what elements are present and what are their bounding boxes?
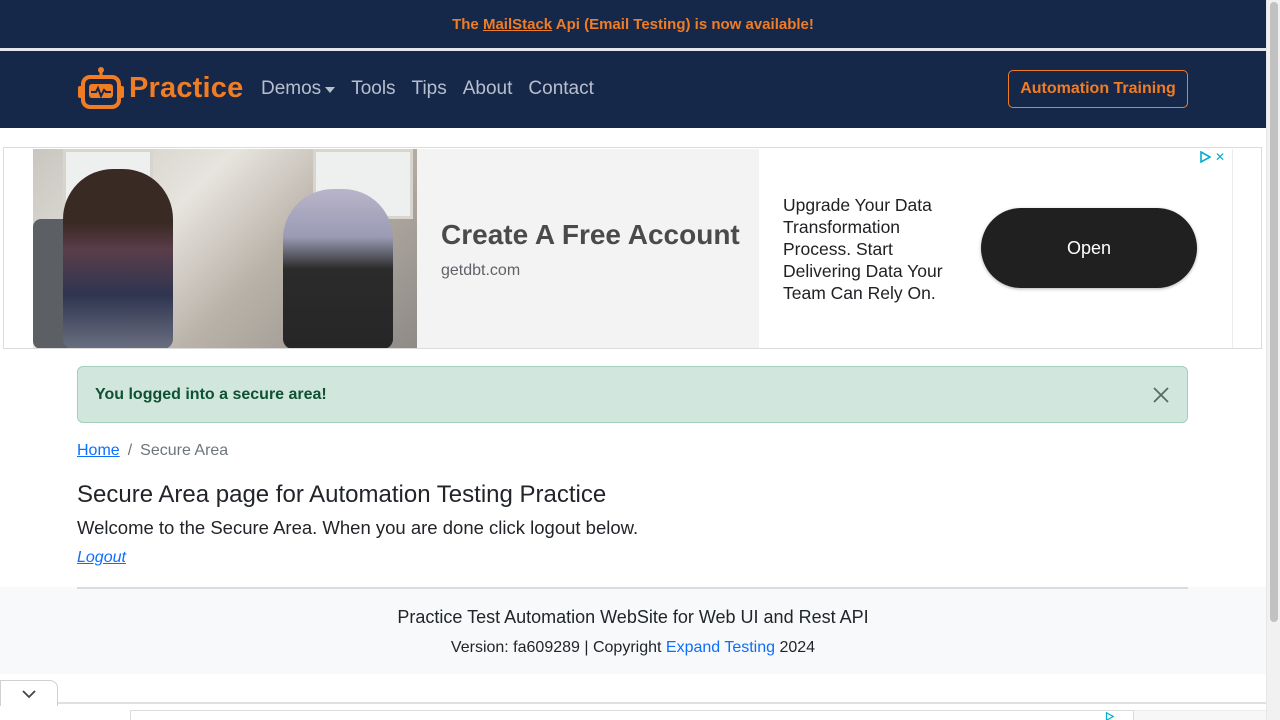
close-icon[interactable]: [1151, 385, 1171, 405]
anchor-ad-strip: [1134, 710, 1266, 720]
announcement-suffix: Api (Email Testing) is now available!: [552, 15, 814, 33]
adchoices-icon[interactable]: [1199, 151, 1211, 163]
automation-training-button[interactable]: Automation Training: [1008, 70, 1188, 108]
breadcrumb-separator: /: [127, 442, 133, 459]
version-text: Version: fa609289 | Copyright: [450, 639, 666, 656]
success-alert: You logged into a secure area!: [77, 366, 1188, 423]
ad-side-strip: [1232, 149, 1261, 348]
announcement-bar: The MailStack Api (Email Testing) is now…: [0, 0, 1266, 48]
nav-links: Demos Tools Tips About Contact: [261, 78, 610, 100]
nav-demos-dropdown[interactable]: Demos: [261, 78, 336, 100]
nav-tips[interactable]: Tips: [412, 78, 447, 100]
logout-link[interactable]: Logout: [77, 549, 126, 567]
page-title: Secure Area page for Automation Testing …: [77, 481, 607, 508]
footer-version: Version: fa609289 | Copyright Expand Tes…: [0, 639, 1266, 657]
anchor-ad-border: [58, 702, 1266, 704]
expand-testing-link[interactable]: Expand Testing: [666, 639, 775, 656]
ad-photo[interactable]: [33, 149, 417, 348]
ad-headline[interactable]: Create A Free Account: [441, 219, 740, 251]
nav-demos-label: Demos: [261, 78, 322, 99]
page-subtitle: Welcome to the Secure Area. When you are…: [77, 517, 639, 538]
caret-down-icon: [325, 87, 336, 93]
footer-title: Practice Test Automation WebSite for Web…: [397, 607, 869, 627]
breadcrumb-current: Secure Area: [140, 442, 229, 459]
footer-divider: [77, 587, 1188, 589]
person-shape: [283, 189, 393, 348]
page-scrollbar[interactable]: [1266, 0, 1280, 720]
nav-about[interactable]: About: [463, 78, 513, 100]
ad-text-panel[interactable]: Create A Free Account getdbt.com: [417, 149, 759, 348]
nav-tools[interactable]: Tools: [351, 78, 395, 100]
mailstack-link[interactable]: MailStack: [483, 16, 552, 33]
ad-domain[interactable]: getdbt.com: [441, 262, 520, 280]
announcement-prefix: The: [452, 15, 483, 33]
adchoices-icon[interactable]: [1104, 712, 1115, 720]
brand-name: Practice: [129, 71, 244, 104]
copyright-year: 2024: [775, 639, 816, 656]
breadcrumb-home-link[interactable]: Home: [77, 442, 120, 460]
breadcrumb: Home / Secure Area: [77, 442, 228, 460]
ad-open-button[interactable]: Open: [981, 208, 1197, 288]
anchor-ad[interactable]: [130, 710, 1134, 720]
brand-link[interactable]: Practice: [78, 66, 243, 110]
ad-choices[interactable]: ✕: [1199, 150, 1225, 164]
ad-body-text[interactable]: Upgrade Your Data Transformation Process…: [783, 194, 963, 304]
robot-logo-icon: [78, 67, 124, 109]
alert-message: You logged into a secure area!: [95, 385, 327, 403]
footer: Practice Test Automation WebSite for Web…: [0, 587, 1266, 674]
person-shape: [63, 169, 173, 348]
scrollbar-thumb[interactable]: [1270, 2, 1278, 622]
main-navbar: Practice Demos Tools Tips About Contact …: [0, 51, 1266, 128]
nav-contact[interactable]: Contact: [528, 78, 593, 100]
ad-banner[interactable]: Create A Free Account getdbt.com Upgrade…: [3, 147, 1262, 349]
chevron-down-icon: [22, 689, 36, 698]
ad-collapse-button[interactable]: [0, 680, 58, 706]
ad-close-icon[interactable]: ✕: [1215, 150, 1225, 164]
